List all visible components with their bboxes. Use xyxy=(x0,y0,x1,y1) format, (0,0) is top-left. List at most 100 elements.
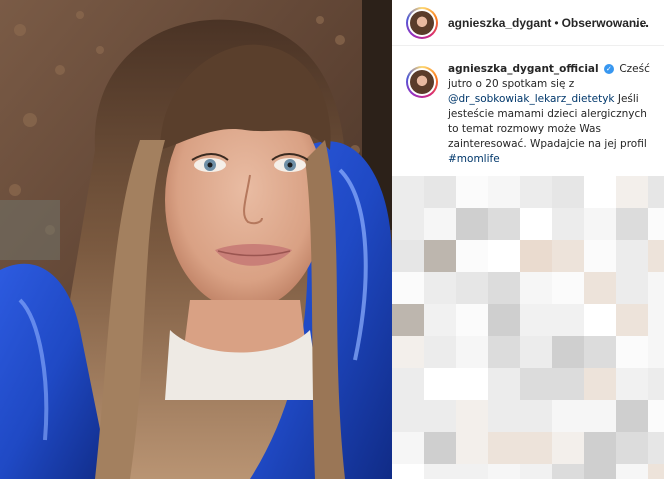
caption-text: agnieszka_dygant_official ✓ Cześć jutro … xyxy=(448,62,654,167)
pixel-block xyxy=(552,208,584,240)
pixel-block xyxy=(648,208,664,240)
pixel-block xyxy=(616,208,648,240)
pixel-block xyxy=(520,272,552,304)
selfie-image xyxy=(0,0,392,479)
caption-avatar[interactable] xyxy=(406,66,438,98)
pixel-block xyxy=(648,400,664,432)
pixel-block xyxy=(552,464,584,479)
pixel-block xyxy=(488,432,520,464)
pixel-block xyxy=(456,208,488,240)
pixel-block xyxy=(648,464,664,479)
pixel-block xyxy=(648,304,664,336)
pixel-block xyxy=(424,336,456,368)
pixel-block xyxy=(392,400,424,432)
pixel-block xyxy=(520,368,552,400)
instagram-post: agnieszka_dygant • Obserwowanie ... agni… xyxy=(0,0,664,479)
pixel-block xyxy=(616,464,648,479)
pixel-block xyxy=(552,176,584,208)
pixel-block xyxy=(584,464,616,479)
pixelated-comments-area xyxy=(392,176,664,479)
pixel-block xyxy=(552,304,584,336)
pixel-block xyxy=(456,432,488,464)
pixel-block xyxy=(552,240,584,272)
pixel-block xyxy=(392,176,424,208)
pixel-block xyxy=(456,400,488,432)
pixel-block xyxy=(392,368,424,400)
pixel-block xyxy=(648,240,664,272)
pixel-block xyxy=(488,336,520,368)
pixel-block xyxy=(616,368,648,400)
pixel-block xyxy=(392,432,424,464)
pixel-block xyxy=(520,240,552,272)
pixel-block xyxy=(424,464,456,479)
pixel-block xyxy=(392,240,424,272)
post-header: agnieszka_dygant • Obserwowanie ... xyxy=(392,0,664,46)
pixel-block xyxy=(456,368,488,400)
pixel-block xyxy=(552,400,584,432)
pixel-block xyxy=(488,368,520,400)
pixel-block xyxy=(456,464,488,479)
pixel-block xyxy=(616,432,648,464)
post-photo[interactable] xyxy=(0,0,392,479)
post-caption: agnieszka_dygant_official ✓ Cześć jutro … xyxy=(406,62,656,167)
pixel-block xyxy=(488,176,520,208)
pixel-block xyxy=(456,176,488,208)
pixel-block xyxy=(392,304,424,336)
pixel-block xyxy=(488,272,520,304)
caption-username[interactable]: agnieszka_dygant_official xyxy=(448,63,599,75)
pixel-block xyxy=(616,176,648,208)
pixel-block xyxy=(616,240,648,272)
pixel-block xyxy=(392,464,424,479)
pixel-block xyxy=(520,336,552,368)
pixel-block xyxy=(520,400,552,432)
pixel-block xyxy=(616,272,648,304)
pixel-block xyxy=(648,336,664,368)
pixel-block xyxy=(648,272,664,304)
separator-dot: • xyxy=(554,15,559,30)
pixel-block xyxy=(424,400,456,432)
pixel-block xyxy=(648,368,664,400)
pixel-block xyxy=(616,400,648,432)
pixel-block xyxy=(520,464,552,479)
pixel-block xyxy=(392,336,424,368)
pixel-block xyxy=(584,208,616,240)
hashtag-link[interactable]: #momlife xyxy=(448,153,500,165)
pixel-block xyxy=(520,176,552,208)
author-username[interactable]: agnieszka_dygant xyxy=(448,16,551,30)
pixel-block xyxy=(424,304,456,336)
pixel-block xyxy=(488,208,520,240)
pixel-block xyxy=(392,208,424,240)
pixel-block xyxy=(424,432,456,464)
pixel-block xyxy=(616,336,648,368)
pixel-block xyxy=(584,400,616,432)
pixel-block xyxy=(392,272,424,304)
pixel-block xyxy=(648,432,664,464)
following-button[interactable]: Obserwowanie xyxy=(562,16,647,30)
pixel-block xyxy=(488,240,520,272)
pixel-block xyxy=(584,272,616,304)
pixel-block xyxy=(456,304,488,336)
verified-badge-icon: ✓ xyxy=(603,64,614,74)
pixel-block xyxy=(456,336,488,368)
pixel-block xyxy=(552,272,584,304)
pixel-block xyxy=(584,240,616,272)
pixel-block xyxy=(520,432,552,464)
pixel-block xyxy=(616,304,648,336)
pixel-block xyxy=(552,368,584,400)
pixel-block xyxy=(424,272,456,304)
pixel-block xyxy=(488,464,520,479)
pixel-block xyxy=(552,432,584,464)
pixel-block xyxy=(488,304,520,336)
pixel-block xyxy=(456,272,488,304)
more-horizontal-icon[interactable]: ... xyxy=(635,15,650,29)
pixel-block xyxy=(520,208,552,240)
pixel-block xyxy=(456,240,488,272)
pixel-block xyxy=(584,176,616,208)
pixel-block xyxy=(584,368,616,400)
pixel-block xyxy=(520,304,552,336)
pixel-block xyxy=(424,240,456,272)
author-avatar[interactable] xyxy=(406,6,438,39)
pixel-block xyxy=(584,304,616,336)
mention-link[interactable]: @dr_sobkowiak_lekarz_dietetyk xyxy=(448,93,615,105)
post-side-panel: agnieszka_dygant • Obserwowanie ... agni… xyxy=(392,0,664,479)
